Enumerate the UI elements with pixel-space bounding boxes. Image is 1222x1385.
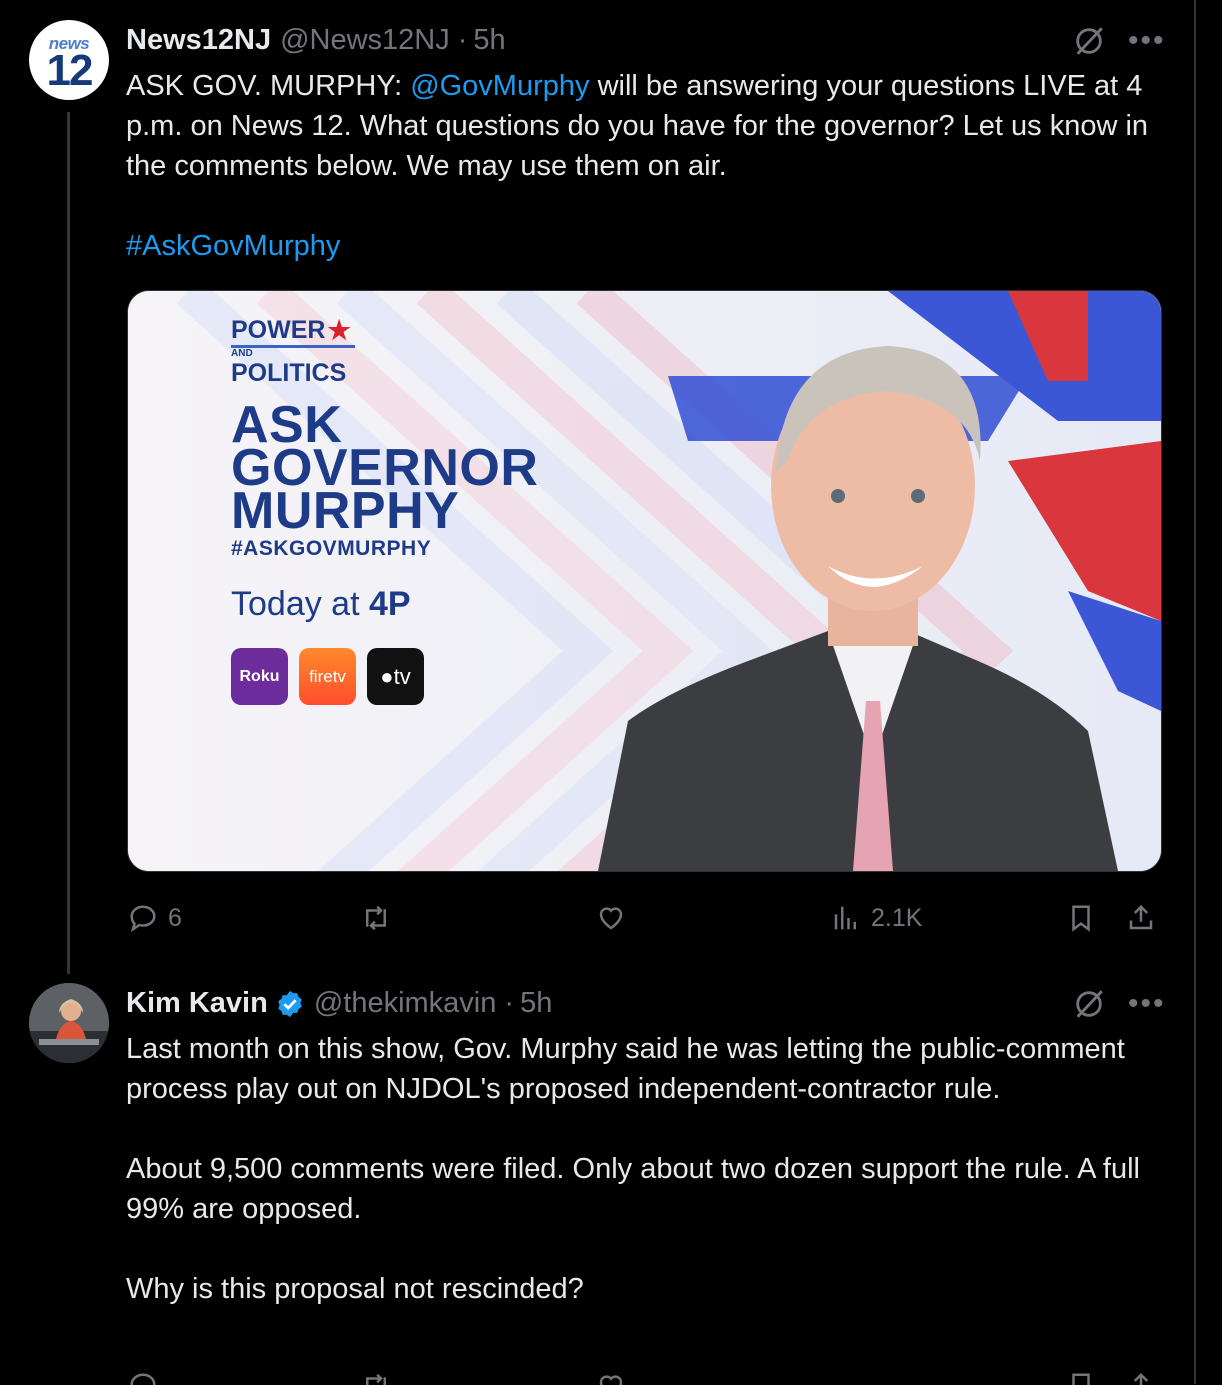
mention-link[interactable]: @GovMurphy (410, 70, 589, 102)
streaming-apps: Roku firetv ● tv (231, 648, 538, 705)
views-count: 2.1K (871, 903, 923, 932)
display-name[interactable]: Kim Kavin (126, 987, 268, 1020)
dot-separator: · (504, 987, 515, 1019)
avatar-photo (29, 983, 109, 1063)
timestamp[interactable]: 5h (473, 24, 505, 57)
brand-and: AND (231, 345, 355, 360)
tweet-header: News12NJ @News12NJ · 5h (126, 24, 506, 57)
hashtag-link[interactable]: #AskGovMurphy (126, 230, 340, 262)
avatar-kim-kavin[interactable] (29, 983, 109, 1063)
handle[interactable]: @News12NJ (280, 24, 450, 57)
brand-power-text: POWER (231, 316, 326, 344)
avatar-news12nj[interactable]: news 12 (29, 20, 109, 100)
avatar-number: 12 (46, 46, 94, 95)
like-icon (599, 1375, 623, 1385)
tweet-body: Last month on this show, Gov. Murphy sai… (126, 1033, 1140, 1305)
promo-title: ASK GOVERNOR MURPHY (231, 399, 538, 537)
retweet-icon (366, 905, 386, 931)
views-icon (834, 906, 856, 930)
retweet-button[interactable] (361, 1371, 391, 1385)
bookmark-button[interactable] (1066, 903, 1096, 933)
reply-count: 6 (168, 903, 182, 932)
timeline-border (1194, 0, 1196, 1384)
more-icon[interactable]: ••• (1128, 989, 1166, 1019)
timestamp[interactable]: 5h (520, 987, 552, 1020)
retweet-button[interactable] (361, 903, 391, 933)
promo-text-block: POWER ★ AND POLITICS ASK GOVERNOR MURPHY … (231, 317, 538, 705)
grok-icon[interactable] (1072, 987, 1106, 1021)
tweet-body: ASK GOV. MURPHY: @GovMurphy will be answ… (126, 66, 1166, 186)
reply-button[interactable] (128, 1371, 158, 1385)
brand-power: POWER ★ (231, 317, 538, 343)
promo-schedule-prefix: Today at (231, 585, 369, 623)
display-name[interactable]: News12NJ (126, 24, 271, 57)
roku-logo: Roku (231, 648, 288, 705)
promo-hashtag: #ASKGOVMURPHY (231, 537, 432, 560)
retweet-icon (366, 1373, 386, 1385)
bookmark-icon (1072, 1373, 1090, 1385)
tweet-kim-kavin[interactable]: Kim Kavin @thekimkavin · 5h ••• Last mon… (0, 975, 1194, 1385)
like-icon (599, 907, 623, 930)
grok-icon[interactable] (1072, 24, 1106, 58)
tweet-header: Kim Kavin @thekimkavin · 5h (126, 987, 552, 1020)
appletv-label: tv (393, 663, 411, 689)
firetv-logo: firetv (299, 648, 356, 705)
tweet-media-image[interactable]: POWER ★ AND POLITICS ASK GOVERNOR MURPHY … (127, 290, 1162, 872)
dot-separator: · (457, 24, 468, 56)
tweet-action-bar-partial (126, 1371, 1166, 1385)
bookmark-button[interactable] (1066, 1371, 1096, 1385)
like-button[interactable] (596, 903, 626, 933)
verified-badge-icon (278, 990, 302, 1017)
tweet-top-actions: ••• (1072, 987, 1166, 1021)
appletv-logo: ● tv (367, 648, 424, 705)
tweet-news12nj[interactable]: news 12 News12NJ @News12NJ · 5h ••• ASK … (0, 0, 1194, 975)
star-icon: ★ (327, 315, 351, 345)
share-icon (1133, 1372, 1149, 1385)
tweet-top-actions: ••• (1072, 24, 1166, 58)
more-icon[interactable]: ••• (1128, 26, 1166, 56)
reply-icon (130, 905, 156, 933)
promo-schedule-time: 4P (368, 585, 411, 623)
promo-schedule: Today at 4P (231, 585, 538, 624)
tweet-action-bar: 6 2.1K (126, 898, 1166, 938)
brand-politics: POLITICS (231, 359, 347, 387)
bookmark-icon (1072, 905, 1090, 932)
hashtag-line: #AskGovMurphy (126, 226, 1166, 266)
reply-icon (130, 1373, 156, 1385)
share-button[interactable] (1126, 903, 1156, 933)
like-button[interactable] (596, 1371, 626, 1385)
reply-button[interactable]: 6 (128, 903, 182, 933)
tweet-text-lead: ASK GOV. MURPHY: (126, 70, 411, 102)
share-button[interactable] (1126, 1371, 1156, 1385)
apple-icon: ● (380, 663, 394, 689)
handle[interactable]: @thekimkavin (314, 987, 497, 1020)
share-icon (1129, 904, 1153, 930)
views-button[interactable]: 2.1K (831, 903, 922, 933)
